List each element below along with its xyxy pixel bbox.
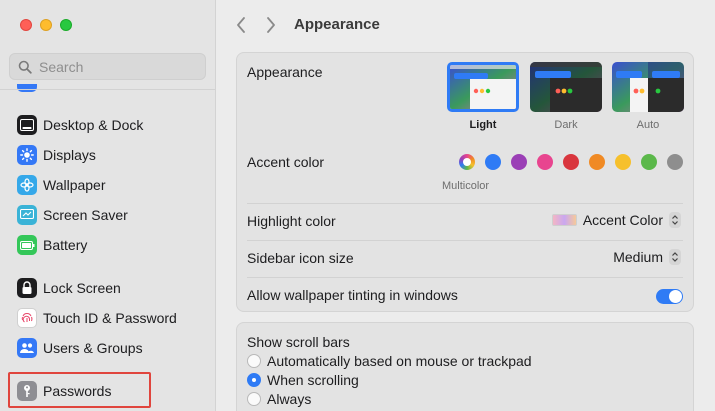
chevron-right-icon [267, 17, 275, 33]
radio-button[interactable] [247, 373, 261, 387]
sidebar-item-desktop-dock[interactable]: Desktop & Dock [11, 111, 207, 139]
dock-icon [17, 115, 37, 135]
page-title: Appearance [294, 16, 380, 33]
sidebar-icon-size-label: Sidebar icon size [247, 250, 354, 266]
sidebar-item-battery[interactable]: Battery [11, 231, 207, 259]
wallpaper-tinting-toggle[interactable] [656, 289, 683, 304]
sidebar-item-lock-screen[interactable]: Lock Screen [11, 274, 207, 302]
highlight-color-swatch [551, 214, 577, 226]
sidebar-item-label: Wallpaper [43, 177, 106, 193]
sidebar-item-touch-id-password[interactable]: Touch ID & Password [11, 304, 207, 332]
sun-icon [17, 145, 37, 165]
minimize-window-button[interactable] [40, 19, 52, 31]
appearance-option-label: Auto [636, 119, 660, 131]
accent-swatch-orange[interactable] [589, 154, 605, 170]
sidebar-item-wallpaper[interactable]: Wallpaper [11, 171, 207, 199]
accent-swatch-graphite[interactable] [667, 154, 683, 170]
sidebar-item-screen-saver[interactable]: Screen Saver [11, 201, 207, 229]
chevron-left-icon [237, 17, 245, 33]
sidebar-item-label: Desktop & Dock [43, 117, 144, 133]
row-divider [247, 240, 683, 241]
scroll-bars-option-automatic[interactable]: Automatically based on mouse or trackpad [247, 353, 532, 369]
appearance-option-light[interactable] [447, 62, 519, 112]
screen-saver-icon [17, 205, 37, 225]
accent-swatch-multicolor[interactable] [459, 154, 475, 170]
radio-label: When scrolling [267, 372, 359, 388]
flower-icon [17, 175, 37, 195]
accent-swatch-blue[interactable] [485, 154, 501, 170]
scroll-bars-option-always[interactable]: Always [247, 391, 311, 407]
forward-button[interactable] [261, 14, 281, 36]
sidebar: Desktop & Dock Displays Wallpaper Screen… [0, 0, 216, 411]
lock-icon [17, 278, 37, 298]
highlight-color-value: Accent Color [582, 212, 663, 228]
toggle-knob [669, 290, 682, 303]
sidebar-item-label: Users & Groups [43, 340, 143, 356]
radio-button[interactable] [247, 354, 261, 368]
sidebar-item-label: Battery [43, 237, 88, 253]
highlight-color-label: Highlight color [247, 213, 336, 229]
accent-swatch-yellow[interactable] [615, 154, 631, 170]
sidebar-divider [0, 89, 215, 90]
accent-swatch-purple[interactable] [511, 154, 527, 170]
dark-mode-preview-icon [530, 62, 602, 112]
users-icon [17, 338, 37, 358]
close-window-button[interactable] [20, 19, 32, 31]
updown-chevron-icon [669, 249, 681, 265]
accent-swatch-pink[interactable] [537, 154, 553, 170]
sidebar-item-users-groups[interactable]: Users & Groups [11, 334, 207, 362]
light-mode-preview-icon [450, 65, 516, 109]
wallpaper-tinting-label: Allow wallpaper tinting in windows [247, 287, 458, 303]
appearance-option-auto[interactable] [612, 62, 684, 112]
main-content: Appearance Appearance Light Dark Auto Ac… [217, 0, 715, 411]
appearance-option-label: Light [469, 119, 497, 131]
sidebar-item-label: Lock Screen [43, 280, 121, 296]
sidebar-item-label: Displays [43, 147, 96, 163]
accent-color-label: Accent color [247, 154, 325, 170]
sidebar-item-displays[interactable]: Displays [11, 141, 207, 169]
zoom-window-button[interactable] [60, 19, 72, 31]
search-field[interactable] [9, 53, 206, 80]
annotation-highlight-box [8, 372, 151, 408]
row-divider [247, 203, 683, 204]
row-divider [247, 277, 683, 278]
updown-chevron-icon [669, 212, 681, 228]
sidebar-icon-size-value: Medium [613, 249, 663, 265]
accent-swatch-red[interactable] [563, 154, 579, 170]
scroll-bars-option-when-scrolling[interactable]: When scrolling [247, 372, 359, 388]
appearance-option-label: Dark [554, 119, 578, 131]
scroll-bars-settings-group: Show scroll bars Automatically based on … [236, 322, 694, 411]
auto-mode-preview-icon [612, 62, 684, 112]
back-button[interactable] [231, 14, 251, 36]
sidebar-item-label: Touch ID & Password [43, 310, 177, 326]
scroll-bars-label: Show scroll bars [247, 334, 350, 350]
search-input[interactable] [39, 58, 199, 75]
fingerprint-icon [17, 308, 37, 328]
highlight-color-popup[interactable]: Accent Color [551, 212, 681, 228]
radio-label: Automatically based on mouse or trackpad [267, 353, 532, 369]
appearance-label: Appearance [247, 64, 323, 80]
appearance-settings-group: Appearance Light Dark Auto Accent color … [236, 52, 694, 312]
accent-swatch-green[interactable] [641, 154, 657, 170]
accent-selected-caption: Multicolor [442, 180, 490, 192]
search-icon [18, 60, 32, 74]
sidebar-icon-size-popup[interactable]: Medium [613, 249, 681, 265]
window-controls [20, 19, 72, 31]
radio-label: Always [267, 391, 312, 407]
sidebar-item-label: Screen Saver [43, 207, 128, 223]
radio-button[interactable] [247, 392, 261, 406]
partially-visible-item-icon [17, 84, 37, 92]
appearance-option-dark[interactable] [530, 62, 602, 112]
battery-icon [17, 235, 37, 255]
